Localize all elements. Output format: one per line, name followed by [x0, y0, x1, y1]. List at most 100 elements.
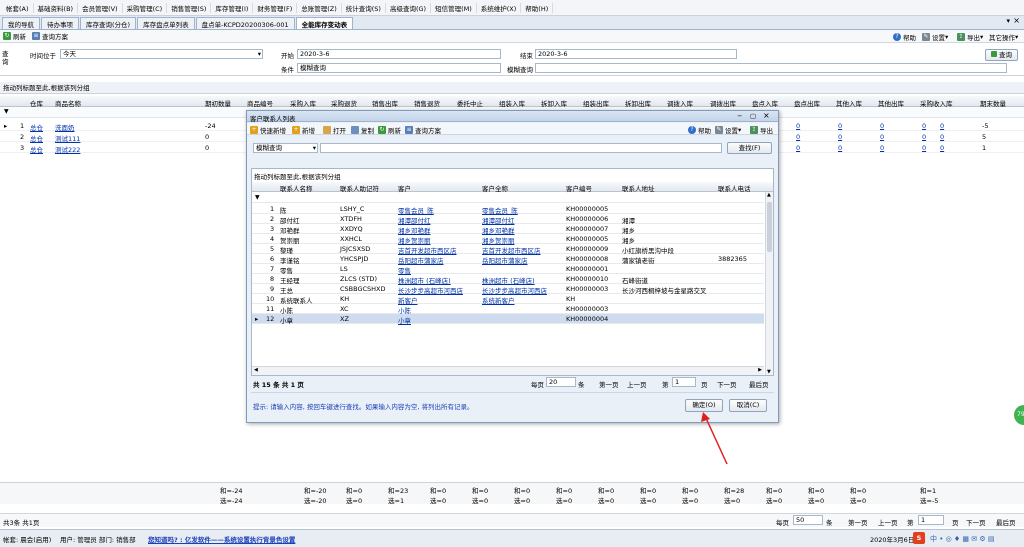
tab-stock-change-report[interactable]: 全能库存变动表 — [295, 17, 354, 29]
close-tab-icon[interactable]: × — [1013, 16, 1020, 25]
cell[interactable]: 0 — [796, 122, 800, 130]
other-ops-button[interactable]: 其它操作 ▾ — [989, 32, 1018, 42]
cell[interactable]: 0 — [940, 133, 944, 141]
contact-row[interactable]: 4 贺崇丽 XXHCL 湘乡贺崇丽 湘乡贺崇丽 KH00000005 湘乡 — [252, 234, 764, 245]
col-header[interactable]: 客户 — [398, 183, 411, 193]
menu-item[interactable]: 统计查询(S) — [342, 2, 386, 13]
contact-row[interactable]: 8 王经理 ZLCS (STD) 株洲超市 (石峰店) 株洲超市 (石峰店) KH0000… — [252, 274, 764, 285]
refresh-button[interactable]: ↻ 刷新 — [378, 125, 401, 135]
next-page-button[interactable]: 下一页 — [966, 517, 986, 527]
menu-item[interactable]: 财务管理(F) — [253, 2, 298, 13]
start-date-input[interactable]: 2020-3-6 — [297, 49, 501, 59]
col-header[interactable]: 客户全称 — [482, 183, 508, 193]
query-plan-button[interactable]: ≡ 查询方案 — [32, 31, 68, 41]
cell-cust[interactable]: 小章 — [398, 315, 411, 325]
query-plan-button[interactable]: ≡ 查询方案 — [405, 125, 441, 135]
floating-assistant-icon[interactable]: 79 — [1014, 405, 1024, 425]
contact-row[interactable]: 2 邵付红 XTDFH 湘潭邵付红 湘潭邵付红 KH00000006 湘潭 — [252, 214, 764, 225]
settings-button[interactable]: ✎ 设置 ▾ — [715, 125, 741, 135]
cell[interactable]: 0 — [838, 122, 842, 130]
copy-button[interactable]: 复制 — [351, 125, 374, 135]
prev-page-button[interactable]: 上一页 — [878, 517, 898, 527]
first-page-button[interactable]: 第一页 — [599, 379, 619, 389]
menu-item[interactable]: 帮助(H) — [521, 2, 554, 13]
prev-page-button[interactable]: 上一页 — [627, 379, 647, 389]
product-link[interactable]: 测试222 — [55, 144, 80, 154]
col-header[interactable]: 联系人名称 — [280, 183, 313, 193]
page-number-input[interactable]: 1 — [918, 515, 944, 525]
menu-item[interactable]: 帐套(A) — [2, 2, 34, 13]
warehouse-link[interactable]: 总仓 — [30, 133, 43, 143]
menu-item[interactable]: 会员管理(V) — [78, 2, 123, 13]
contact-row[interactable]: 7 零售 LS 零售 KH00000001 — [252, 264, 764, 275]
col-header[interactable]: 联系人助记符 — [340, 183, 379, 193]
menu-item[interactable]: 采购管理(C) — [123, 2, 168, 13]
cell[interactable]: 0 — [838, 144, 842, 152]
query-button[interactable]: 查询 — [985, 49, 1018, 61]
next-page-button[interactable]: 下一页 — [717, 379, 737, 389]
export-button[interactable]: ⇪ 导出 — [750, 125, 773, 135]
time-range-select[interactable]: 今天 ▾ — [60, 49, 263, 59]
tray-icons[interactable]: 中 • ◎ ♦ ▦ ✉ ⚙ ▤ — [930, 534, 994, 544]
refresh-button[interactable]: ↻ 刷新 — [3, 31, 26, 41]
product-link[interactable]: 测试111 — [55, 133, 80, 143]
menu-item[interactable]: 短信管理(M) — [431, 2, 477, 13]
tab-stock-query[interactable]: 库存查询(分仓) — [80, 17, 137, 29]
export-button[interactable]: ⇪ 导出 ▾ — [957, 32, 983, 42]
last-page-button[interactable]: 最后页 — [749, 379, 769, 389]
contact-row[interactable]: 6 李谨铭 YHCSPJD 岳阳超市蒲家店 岳阳超市蒲家店 KH00000008 蒲家镇老街… — [252, 254, 764, 265]
settings-button[interactable]: ✎ 设置 ▾ — [922, 32, 948, 42]
tab-list-dropdown-icon[interactable]: ▾ — [1006, 17, 1010, 25]
condition-input[interactable]: 模糊查询 — [297, 63, 501, 73]
help-button[interactable]: ? 帮助 — [893, 32, 916, 42]
page-number-input[interactable]: 1 — [672, 377, 696, 387]
col-header[interactable]: 客户编号 — [566, 183, 592, 193]
warehouse-link[interactable]: 总仓 — [30, 144, 43, 154]
cell[interactable]: 0 — [880, 133, 884, 141]
add-button[interactable]: + 新增 — [292, 125, 315, 135]
scroll-down-icon[interactable]: ▼ — [767, 369, 771, 375]
cell[interactable]: 0 — [940, 122, 944, 130]
find-button[interactable]: 查找(F) — [727, 142, 772, 154]
restore-icon[interactable]: ▢ — [750, 112, 756, 120]
warehouse-link[interactable]: 总仓 — [30, 122, 43, 132]
contact-row[interactable]: 1 陈 LSHY_C 零售会员_陈 零售会员_陈 KH00000005 — [252, 204, 764, 215]
input-method-icon[interactable]: S — [913, 532, 925, 544]
tab-todo[interactable]: 待办事项 — [41, 17, 79, 29]
scroll-left-icon[interactable]: ◀ — [254, 367, 258, 373]
open-button[interactable]: 打开 — [323, 125, 346, 135]
last-page-button[interactable]: 最后页 — [996, 517, 1016, 527]
vertical-scrollbar[interactable]: ▲ ▼ — [765, 192, 773, 375]
close-icon[interactable]: × — [763, 111, 770, 120]
contact-row[interactable]: ▸ 12 小章 XZ 小章 KH00000004 — [252, 314, 764, 325]
fuzzy-query-input[interactable] — [535, 63, 1007, 73]
cell[interactable]: 0 — [922, 122, 926, 130]
cell[interactable]: 0 — [796, 133, 800, 141]
col-header[interactable]: 联系人电话 — [718, 183, 751, 193]
quick-add-button[interactable]: + 快速新增 — [250, 125, 286, 135]
help-button[interactable]: ? 帮助 — [688, 125, 711, 135]
minimize-icon[interactable]: − — [737, 112, 742, 120]
cell[interactable]: 0 — [922, 133, 926, 141]
cell[interactable]: 0 — [796, 144, 800, 152]
tip-marquee[interactable]: 您知道吗? : 亿发软件——系统设置执行背景色设置 — [148, 534, 295, 544]
cell[interactable]: 0 — [880, 144, 884, 152]
search-input[interactable] — [320, 143, 722, 153]
contact-row[interactable]: 9 王总 CSBBGCSHXD 长沙步步高超市河西店 长沙步步高超市河西店 KH00000… — [252, 284, 764, 295]
scroll-thumb[interactable] — [767, 202, 772, 252]
tab-stocktake-doc[interactable]: 盘点单-KCPD20200306-001 — [195, 17, 295, 29]
scroll-up-icon[interactable]: ▲ — [767, 192, 771, 198]
horizontal-scrollbar[interactable]: ◀ ▶ — [252, 366, 764, 375]
contact-row[interactable]: 3 邓艳群 XXDYQ 湘乡邓艳群 湘乡邓艳群 KH00000007 湘乡 — [252, 224, 764, 235]
product-link[interactable]: 洗面奶 — [55, 122, 75, 132]
scroll-right-icon[interactable]: ▶ — [758, 367, 762, 373]
contact-row[interactable]: 10 系统联系人 KH 新客户 系统新客户 KH — [252, 294, 764, 305]
cell[interactable]: 0 — [880, 122, 884, 130]
cell[interactable]: 0 — [838, 133, 842, 141]
per-page-input[interactable]: 20 — [546, 377, 576, 387]
menu-item[interactable]: 系统维护(X) — [477, 2, 522, 13]
tab-nav[interactable]: 我的导航 — [2, 17, 40, 29]
menu-item[interactable]: 基础资料(B) — [34, 2, 79, 13]
search-mode-select[interactable]: 模糊查询 ▾ — [253, 143, 318, 153]
col-header[interactable]: 联系人地址 — [622, 183, 655, 193]
